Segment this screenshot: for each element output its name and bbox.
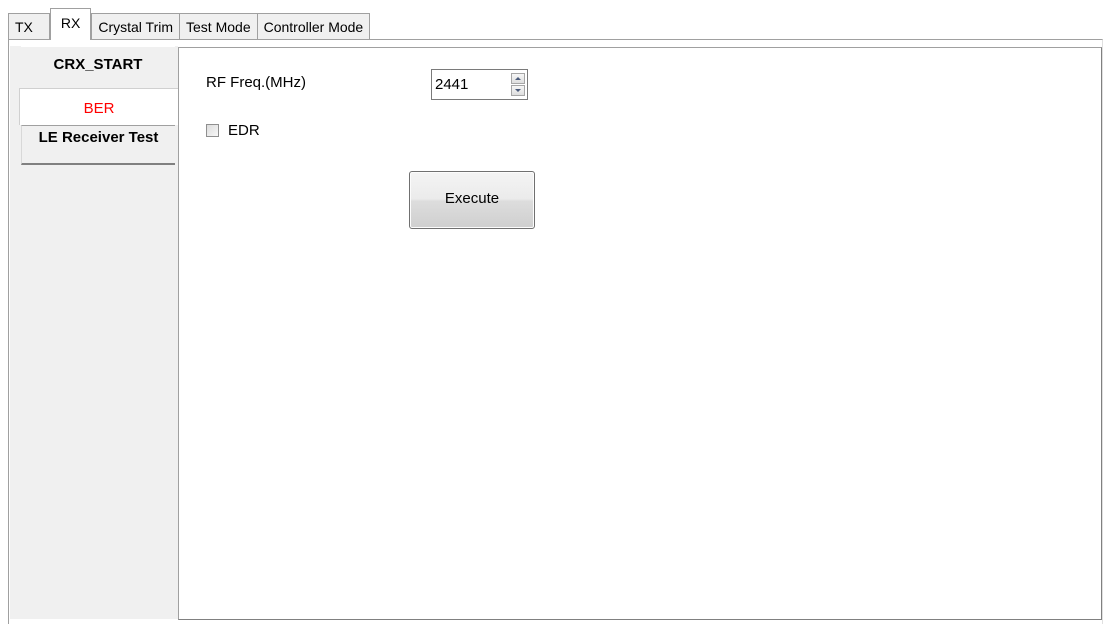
side-tab-ber[interactable]: BER — [19, 88, 179, 125]
edr-label[interactable]: EDR — [228, 122, 260, 139]
top-tab-strip: TX RX Crystal Trim Test Mode Controller … — [8, 8, 371, 40]
execute-button[interactable]: Execute — [409, 171, 535, 229]
tab-controller-mode[interactable]: Controller Mode — [256, 13, 371, 40]
rf-freq-label: RF Freq.(MHz) — [206, 74, 306, 91]
side-tab-le-receiver-test[interactable]: LE Receiver Test — [21, 125, 175, 165]
ber-content-panel — [178, 47, 1102, 620]
spinner-buttons — [511, 73, 525, 96]
spin-down-arrow-icon[interactable] — [511, 85, 525, 96]
tab-rx[interactable]: RX — [49, 8, 92, 40]
tab-test-mode[interactable]: Test Mode — [179, 13, 258, 40]
tab-crystal-trim[interactable]: Crystal Trim — [91, 13, 181, 40]
side-tab-column: CRX_START BER LE Receiver Test — [10, 46, 179, 619]
spin-up-arrow-icon[interactable] — [511, 73, 525, 84]
edr-checkbox[interactable] — [206, 124, 219, 137]
side-tab-crx-start[interactable]: CRX_START — [21, 46, 175, 84]
rf-freq-input[interactable]: 2441 — [435, 70, 505, 99]
tab-tx[interactable]: TX — [8, 13, 50, 40]
window-root: TX RX Crystal Trim Test Mode Controller … — [0, 0, 1105, 624]
edr-option: EDR — [206, 122, 260, 139]
rf-freq-spinner[interactable]: 2441 — [431, 69, 528, 100]
